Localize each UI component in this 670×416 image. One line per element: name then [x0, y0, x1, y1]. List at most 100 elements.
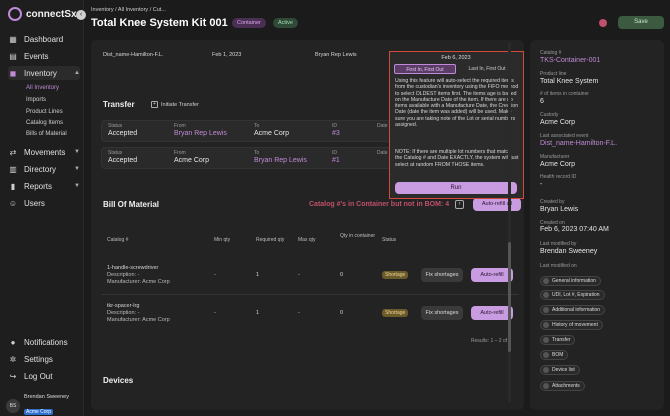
device-icon: [543, 367, 549, 373]
items-value: 6: [540, 98, 544, 105]
container-badge: Container: [232, 18, 266, 28]
additional-information-button[interactable]: Additional information: [540, 305, 606, 315]
from-value: Acme Corp: [174, 157, 210, 164]
sidebar-item-movements[interactable]: ⇄ Movements ▼: [8, 145, 80, 159]
auto-refill-button[interactable]: Auto-refill: [471, 306, 513, 320]
device-list-button[interactable]: Device list: [540, 365, 580, 375]
from-value[interactable]: Bryan Rep Lewis: [174, 130, 227, 137]
bell-icon: ●: [10, 337, 16, 347]
collapse-sidebar-button[interactable]: ‹: [76, 10, 86, 20]
box-icon: ◼: [9, 68, 17, 78]
bom-warning: Catalog #'s in Container but not in BOM:…: [309, 201, 450, 208]
sidebar-item-settings[interactable]: ✲ Settings: [8, 352, 80, 366]
run-button[interactable]: Run: [395, 182, 517, 194]
row-manufacturer: Manufacturer: Acme Corp: [107, 279, 170, 285]
calendar-icon: ▤: [9, 51, 17, 61]
scrollbar[interactable]: [508, 42, 511, 402]
status-label: Status: [108, 150, 123, 156]
details-panel: Catalog # TKS-Container-001 Product line…: [530, 40, 664, 410]
to-value[interactable]: Bryan Rep Lewis: [254, 157, 307, 164]
sidebar-item-notifications[interactable]: ● Notifications: [8, 335, 80, 349]
page-title: Total Knee System Kit 001: [91, 17, 228, 29]
top-row-rep: Bryan Rep Lewis: [315, 52, 357, 58]
sidebar-item-reports[interactable]: ▮ Reports ▼: [8, 179, 80, 193]
plus-icon: +: [151, 101, 158, 108]
udi-lot-expiration-button[interactable]: UDI, Lot #, Expiration: [540, 290, 605, 300]
pagination: Results: 1 – 2 of 2: [471, 338, 512, 344]
sidebar-item-directory[interactable]: ▥ Directory ▼: [8, 162, 80, 176]
button-label: General information: [552, 277, 596, 284]
bom-button[interactable]: BOM: [540, 350, 569, 360]
popup-note: NOTE: If there are multiple lot numbers …: [395, 149, 519, 168]
col-max-qty: Max qty: [298, 237, 316, 243]
subnav-imports[interactable]: Imports: [26, 97, 46, 103]
sidebar-item-label: Log Out: [24, 371, 53, 381]
catalog-value[interactable]: TKS-Container-001: [540, 57, 600, 64]
col-required-qty: Required qty: [256, 237, 285, 243]
status-badge: Active: [273, 18, 298, 28]
sidebar-item-dashboard[interactable]: ▦ Dashboard: [8, 32, 80, 46]
history-of-movement-button[interactable]: History of movement: [540, 320, 603, 330]
chart-icon: ▮: [10, 181, 16, 191]
brand: connectSx: [8, 7, 77, 21]
app-root: connectSx ‹ ▦ Dashboard ▤ Events ◼ Inven…: [0, 0, 670, 416]
auto-refill-all-button[interactable]: Auto-refill all: [473, 198, 521, 211]
tab-fifo[interactable]: First In, First Out: [394, 64, 456, 74]
fix-shortages-button[interactable]: Fix shortages: [421, 306, 463, 320]
subnav-bills-of-material[interactable]: Bills of Material: [26, 131, 67, 137]
subnav-product-lines[interactable]: Product Lines: [26, 109, 63, 115]
id-label: ID: [332, 150, 337, 156]
id-value[interactable]: #1: [332, 157, 340, 164]
auto-refill-button[interactable]: Auto-refill: [471, 268, 513, 282]
chevron-down-icon: ▼: [74, 149, 80, 155]
button-label: Transfer: [552, 336, 571, 343]
attachments-button[interactable]: Attachments: [540, 381, 585, 391]
sidebar-item-events[interactable]: ▤ Events: [8, 49, 80, 63]
status-badge: Shortage: [382, 271, 409, 279]
sidebar-item-users[interactable]: ☺ Users: [8, 196, 80, 210]
user-profile[interactable]: BS Brendan Sweeney Acme Corp: [6, 394, 69, 416]
tag-icon: [543, 292, 549, 298]
paperclip-icon: [543, 383, 549, 389]
sidebar-item-logout[interactable]: ↪ Log Out: [8, 369, 80, 383]
created-by-label: Created by: [540, 199, 565, 205]
alert-icon[interactable]: [599, 19, 607, 27]
top-row-date: Feb 1, 2023: [212, 52, 242, 58]
subnav-catalog-items[interactable]: Catalog Items: [26, 120, 63, 126]
button-label: History of movement: [552, 321, 598, 328]
id-value[interactable]: #3: [332, 130, 340, 137]
row-manufacturer: Manufacturer: Acme Corp: [107, 317, 170, 323]
breadcrumb[interactable]: Inventory / All Inventory / Cut...: [91, 7, 166, 13]
status-value: Accepted: [108, 157, 138, 164]
sidebar: connectSx ‹ ▦ Dashboard ▤ Events ◼ Inven…: [0, 0, 86, 416]
sidebar-item-inventory[interactable]: ◼ Inventory ▲: [8, 66, 80, 80]
sidebar-item-label: Inventory: [24, 68, 57, 78]
initiate-transfer-button[interactable]: + Initiate Transfer: [151, 101, 199, 108]
save-button[interactable]: Save: [618, 16, 664, 29]
to-value: Acme Corp: [254, 130, 290, 137]
user-name: Brendan Sweeney: [24, 394, 69, 400]
subnav-all-inventory[interactable]: All Inventory: [26, 85, 59, 91]
row-required-qty: 1: [256, 272, 260, 278]
col-min-qty: Min qty: [214, 237, 231, 243]
info-icon: [543, 307, 549, 313]
row-catalog[interactable]: 1-handle-screwdriver: [107, 265, 158, 271]
general-information-button[interactable]: General information: [540, 276, 601, 286]
fifo-popup: Feb 6, 2023 First In, First Out Last In,…: [389, 51, 524, 199]
external-link-icon[interactable]: ›: [455, 200, 464, 209]
to-label: To: [254, 150, 260, 156]
created-by-value: Bryan Lewis: [540, 206, 579, 213]
transfer-icon: [543, 337, 549, 343]
transfer-button[interactable]: Transfer: [540, 335, 576, 345]
product-line-label: Product line: [540, 71, 567, 77]
initiate-transfer-label: Initiate Transfer: [161, 101, 199, 108]
fix-shortages-button[interactable]: Fix shortages: [421, 268, 463, 282]
scrollbar-thumb[interactable]: [508, 242, 511, 352]
transfer-title: Transfer: [103, 100, 135, 109]
button-label: Additional information: [552, 306, 601, 313]
custody-label: Custody: [540, 112, 559, 118]
row-catalog[interactable]: tkr-spacer-lrg: [107, 303, 139, 309]
row-qty-in-container: 0: [340, 310, 344, 316]
last-event-value[interactable]: Dist_name-Hamilton-F.L.: [540, 140, 617, 147]
devices-title: Devices: [103, 376, 134, 385]
